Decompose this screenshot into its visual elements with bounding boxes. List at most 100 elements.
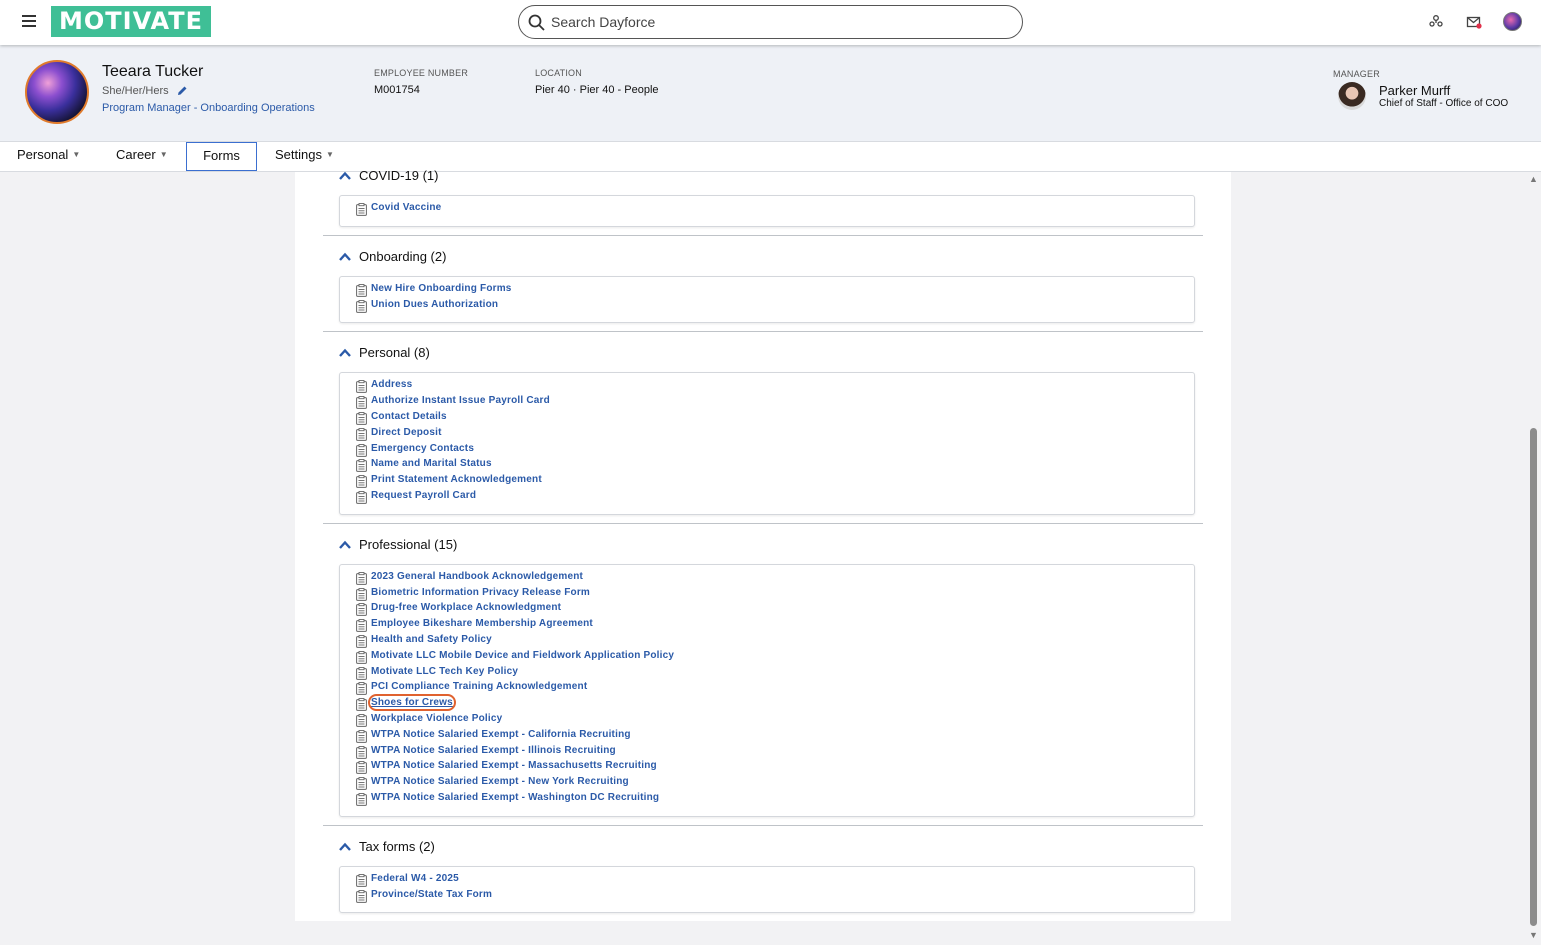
section-toggle[interactable]: Professional (15) [323, 537, 1203, 559]
user-avatar[interactable] [1503, 12, 1522, 31]
tab-label: Settings [275, 147, 322, 162]
search-icon [528, 14, 545, 31]
section-title: Personal (8) [359, 345, 430, 361]
chevron-up-icon [339, 842, 351, 851]
tab-personal[interactable]: Personal ▼ [17, 142, 80, 171]
form-link[interactable]: Request Payroll Card [371, 490, 476, 501]
section-title: COVID-19 (1) [359, 168, 439, 183]
pronouns: She/Her/Hers [102, 85, 169, 97]
form-link[interactable]: WTPA Notice Salaried Exempt - Massachuse… [371, 760, 657, 771]
form-link[interactable]: WTPA Notice Salaried Exempt - New York R… [371, 776, 629, 787]
location-label: LOCATION [535, 68, 582, 78]
chevron-up-icon [339, 171, 351, 180]
form-link[interactable]: Contact Details [371, 411, 447, 422]
form-link[interactable]: 2023 General Handbook Acknowledgement [371, 571, 583, 582]
employee-photo[interactable] [25, 60, 89, 124]
section-toggle[interactable]: Onboarding (2) [323, 249, 1203, 271]
location-value: Pier 40 · Pier 40 - People [535, 84, 659, 96]
form-link[interactable]: Employee Bikeshare Membership Agreement [371, 618, 593, 629]
clipboard-icon [356, 889, 367, 903]
tab-label: Career [116, 147, 156, 162]
top-bar: MOTIVATE [0, 0, 1541, 45]
search-box[interactable] [518, 5, 1023, 39]
clipboard-icon [356, 380, 367, 394]
section-divider [323, 824, 1203, 826]
clipboard-icon [356, 203, 367, 216]
section-title: Onboarding (2) [359, 248, 447, 264]
clipboard-icon [356, 491, 367, 504]
form-link[interactable]: WTPA Notice Salaried Exempt - Washington… [371, 792, 659, 803]
form-link[interactable]: Address [371, 379, 412, 390]
form-link[interactable]: WTPA Notice Salaried Exempt - California… [371, 729, 631, 740]
manager-title: Chief of Staff - Office of COO [1379, 98, 1509, 109]
clipboard-icon [356, 427, 367, 441]
form-link[interactable]: Motivate LLC Tech Key Policy [371, 666, 518, 677]
clipboard-icon [356, 619, 367, 633]
clipboard-icon [356, 729, 367, 743]
clipboard-icon [356, 682, 367, 696]
chevron-up-icon [339, 349, 351, 358]
section-toggle[interactable]: Personal (8) [323, 345, 1203, 367]
caret-down-icon: ▼ [325, 150, 334, 159]
tab-forms[interactable]: Forms [186, 142, 257, 171]
clipboard-icon [356, 396, 367, 410]
mail-icon[interactable] [1466, 14, 1482, 30]
form-link[interactable]: Shoes for Crews [368, 694, 456, 712]
clipboard-icon [356, 459, 367, 473]
scroll-thumb[interactable] [1530, 428, 1537, 926]
scroll-down-arrow-icon[interactable]: ▼ [1529, 930, 1538, 940]
search-input[interactable] [551, 12, 1011, 32]
form-list: 2023 General Handbook Acknowledgement Bio… [339, 563, 1195, 817]
chevron-up-icon [339, 252, 351, 261]
form-link[interactable]: Motivate LLC Mobile Device and Fieldwork… [371, 650, 674, 661]
tab-label: Forms [203, 148, 240, 163]
job-title-link[interactable]: Program Manager - Onboarding Operations [102, 102, 315, 114]
tab-career[interactable]: Career ▼ [116, 142, 168, 171]
caret-down-icon: ▼ [72, 150, 81, 159]
form-link[interactable]: WTPA Notice Salaried Exempt - Illinois R… [371, 745, 616, 756]
section-toggle[interactable]: COVID-19 (1) [323, 168, 1203, 190]
form-link[interactable]: Union Dues Authorization [371, 299, 498, 310]
caret-down-icon: ▼ [159, 150, 168, 159]
manager-label: MANAGER [1333, 69, 1380, 79]
scroll-up-arrow-icon[interactable]: ▲ [1529, 174, 1538, 184]
motivate-logo[interactable]: MOTIVATE [51, 6, 211, 37]
clipboard-icon [356, 587, 367, 601]
tab-settings[interactable]: Settings ▼ [275, 142, 334, 171]
form-link[interactable]: Name and Marital Status [371, 458, 492, 469]
form-link[interactable]: New Hire Onboarding Forms [371, 283, 512, 294]
clipboard-icon [356, 698, 367, 712]
menu-icon[interactable] [22, 15, 36, 27]
form-link[interactable]: Emergency Contacts [371, 443, 474, 454]
people-icon[interactable] [1428, 14, 1444, 30]
form-list: Address Authorize Instant Issue Payroll C… [339, 372, 1195, 515]
employee-number: M001754 [374, 84, 420, 96]
form-link[interactable]: PCI Compliance Training Acknowledgement [371, 681, 587, 692]
edit-pronouns-icon[interactable] [177, 85, 188, 96]
form-link[interactable]: Print Statement Acknowledgement [371, 474, 542, 485]
form-link[interactable]: Direct Deposit [371, 427, 442, 438]
form-link[interactable]: Province/State Tax Form [371, 889, 492, 900]
form-link[interactable]: Workplace Violence Policy [371, 713, 502, 724]
manager-name[interactable]: Parker Murff [1379, 83, 1450, 98]
manager-photo[interactable] [1338, 82, 1366, 110]
clipboard-icon [356, 571, 367, 585]
form-link[interactable]: Federal W4 - 2025 [371, 873, 459, 884]
form-link[interactable]: Health and Safety Policy [371, 634, 492, 645]
clipboard-icon [356, 761, 367, 775]
form-list: New Hire Onboarding Forms Union Dues Auth… [339, 275, 1195, 324]
section-toggle[interactable]: Tax forms (2) [323, 839, 1203, 861]
form-list: Covid Vaccine [339, 195, 1195, 227]
form-link[interactable]: Drug-free Workplace Acknowledgment [371, 602, 561, 613]
scrollbar[interactable]: ▲ ▼ [1526, 172, 1541, 945]
clipboard-icon [356, 793, 367, 806]
form-link[interactable]: Covid Vaccine [371, 202, 441, 213]
form-link[interactable]: Biometric Information Privacy Release Fo… [371, 587, 590, 598]
form-link[interactable]: Authorize Instant Issue Payroll Card [371, 395, 550, 406]
clipboard-icon [356, 299, 367, 313]
section-divider [323, 234, 1203, 236]
clipboard-icon [356, 714, 367, 727]
section-title: Professional (15) [359, 536, 458, 552]
employee-name: Teeara Tucker [102, 63, 204, 80]
employee-header: Teeara Tucker She/Her/Hers Program Manag… [0, 45, 1541, 142]
